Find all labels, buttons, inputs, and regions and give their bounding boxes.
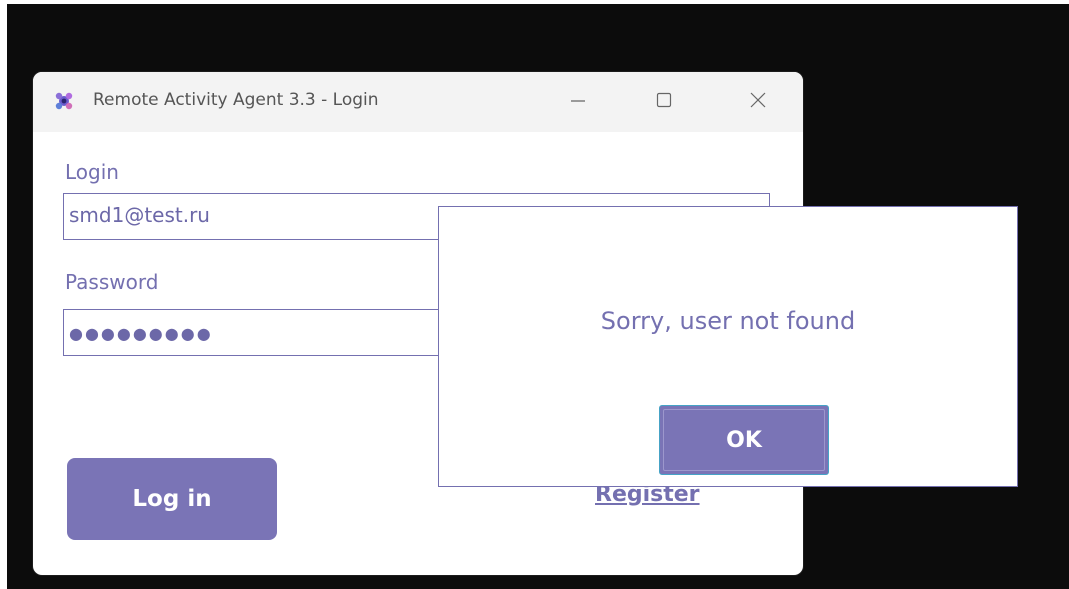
password-field-value: ●●●●●●●●● <box>69 324 213 343</box>
ok-button-label: OK <box>663 409 825 471</box>
password-label: Password <box>65 270 159 294</box>
login-button[interactable]: Log in <box>67 458 277 540</box>
error-message: Sorry, user not found <box>600 307 856 335</box>
error-dialog: Sorry, user not found OK <box>438 206 1018 487</box>
minimize-button[interactable] <box>549 72 607 132</box>
app-logo-icon <box>54 91 74 111</box>
window-title: Remote Activity Agent 3.3 - Login <box>93 90 379 110</box>
login-field-value: smd1@test.ru <box>69 203 210 227</box>
minimize-icon <box>568 90 588 114</box>
ok-button[interactable]: OK <box>659 405 829 475</box>
login-label: Login <box>65 160 119 184</box>
close-icon <box>748 90 768 114</box>
maximize-button[interactable] <box>635 72 693 132</box>
maximize-icon <box>654 90 674 114</box>
close-button[interactable] <box>729 72 787 132</box>
title-bar[interactable]: Remote Activity Agent 3.3 - Login <box>33 72 803 132</box>
